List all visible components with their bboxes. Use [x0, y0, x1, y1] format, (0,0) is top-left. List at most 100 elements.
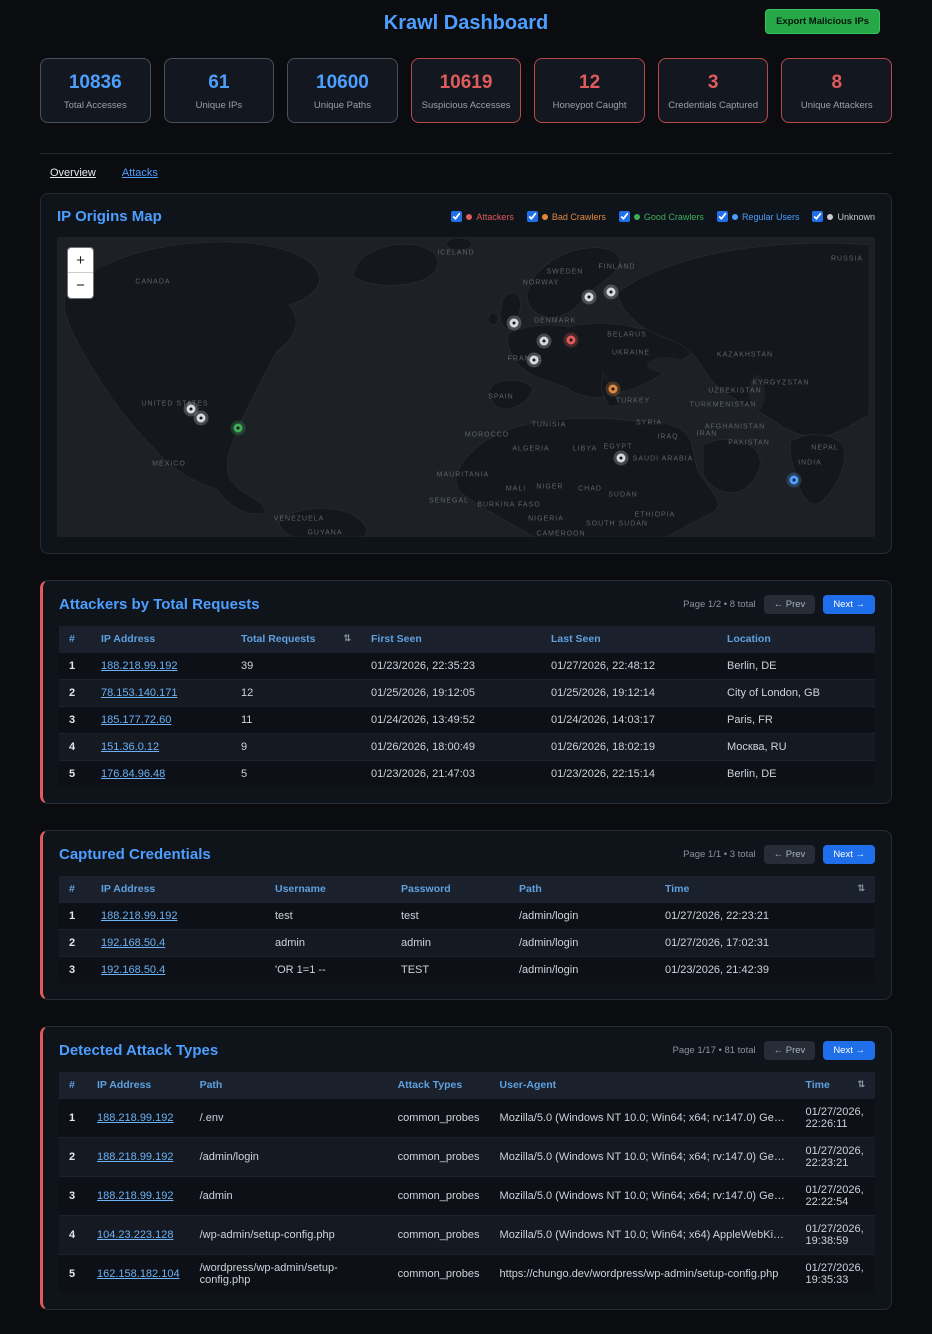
map-marker-unknown[interactable] — [617, 454, 626, 463]
legend-checkbox-attackers[interactable] — [451, 211, 462, 222]
map-marker-unknown[interactable] — [585, 293, 594, 302]
stat-value: 61 — [169, 72, 270, 94]
map-marker-attacker[interactable] — [567, 336, 576, 345]
credentials-table: # IP Address Username Password Path Time… — [59, 876, 875, 983]
next-page-button[interactable]: Next → — [823, 595, 875, 614]
attack-type-cell: common_probes — [388, 1177, 490, 1216]
legend-item-good-crawlers: Good Crawlers — [619, 211, 704, 222]
stat-label: Suspicious Accesses — [416, 100, 517, 111]
table-row: 5 176.84.96.48 5 01/23/2026, 21:47:03 01… — [59, 761, 875, 788]
ip-address-link[interactable]: 192.168.50.4 — [101, 937, 165, 949]
stat-label: Unique IPs — [169, 100, 270, 111]
path-cell: /admin/login — [190, 1138, 388, 1177]
ip-address-link[interactable]: 104.23.223.128 — [97, 1229, 173, 1241]
legend-checkbox-unknown[interactable] — [812, 211, 823, 222]
first-seen-cell: 01/23/2026, 21:47:03 — [361, 761, 541, 788]
ip-address-link[interactable]: 151.36.0.12 — [101, 741, 159, 753]
attack-type-cell: common_probes — [388, 1216, 490, 1255]
export-malicious-ips-button[interactable]: Export Malicious IPs — [765, 9, 880, 34]
column-header-label: Time — [665, 883, 689, 895]
column-header-password[interactable]: Password — [391, 876, 509, 903]
zoom-in-button[interactable]: + — [68, 248, 93, 273]
stat-card-unique-paths: 10600 Unique Paths — [287, 58, 398, 123]
legend-checkbox-regular-users[interactable] — [717, 211, 728, 222]
world-map[interactable]: CANADAUNITED STATESMEXICOICELANDNORWAYSW… — [57, 237, 875, 537]
column-header-path[interactable]: Path — [509, 876, 655, 903]
column-header-ip[interactable]: IP Address — [87, 1072, 190, 1099]
ip-address-link[interactable]: 185.177.72.60 — [101, 714, 171, 726]
map-marker-unknown[interactable] — [540, 337, 549, 346]
table-row: 4 104.23.223.128 /wp-admin/setup-config.… — [59, 1216, 875, 1255]
column-header-time[interactable]: Time⇅ — [796, 1072, 875, 1099]
column-header-ip[interactable]: IP Address — [91, 626, 231, 653]
ip-address-link[interactable]: 192.168.50.4 — [101, 964, 165, 976]
prev-page-button[interactable]: ← Prev — [764, 845, 816, 864]
attack-types-panel: Detected Attack Types Page 1/17 • 81 tot… — [40, 1026, 892, 1310]
column-header-first-seen[interactable]: First Seen — [361, 626, 541, 653]
password-cell: TEST — [391, 957, 509, 984]
attackers-panel-header: Attackers by Total Requests Page 1/2 • 8… — [59, 595, 875, 614]
sort-icon[interactable]: ⇅ — [343, 633, 351, 644]
ip-address-link[interactable]: 176.84.96.48 — [101, 768, 165, 780]
column-header-num[interactable]: # — [59, 876, 91, 903]
legend-checkbox-bad-crawlers[interactable] — [527, 211, 538, 222]
table-row: 2 192.168.50.4 admin admin /admin/login … — [59, 930, 875, 957]
user-agent-cell: Mozilla/5.0 (Windows NT 10.0; Win64; x64… — [490, 1138, 796, 1177]
map-marker-good-crawler[interactable] — [234, 424, 243, 433]
map-marker-regular-user[interactable] — [790, 476, 799, 485]
time-cell: 01/27/2026, 19:35:33 — [796, 1255, 875, 1294]
sort-icon[interactable]: ⇅ — [857, 1079, 865, 1090]
legend-checkbox-good-crawlers[interactable] — [619, 211, 630, 222]
attack-types-table: # IP Address Path Attack Types User-Agen… — [59, 1072, 875, 1293]
zoom-out-button[interactable]: − — [68, 273, 93, 298]
map-marker-unknown[interactable] — [197, 414, 206, 423]
map-marker-unknown[interactable] — [607, 288, 616, 297]
ip-address-link[interactable]: 162.158.182.104 — [97, 1268, 180, 1280]
prev-page-button[interactable]: ← Prev — [764, 1041, 816, 1060]
user-agent-cell: Mozilla/5.0 (Windows NT 10.0; Win64; x64… — [490, 1177, 796, 1216]
map-marker-unknown[interactable] — [187, 405, 196, 414]
path-cell: /wp-admin/setup-config.php — [190, 1216, 388, 1255]
legend-item-bad-crawlers: Bad Crawlers — [527, 211, 606, 222]
column-header-attack-types[interactable]: Attack Types — [388, 1072, 490, 1099]
tab-attacks[interactable]: Attacks — [122, 167, 158, 179]
column-header-last-seen[interactable]: Last Seen — [541, 626, 717, 653]
column-header-location[interactable]: Location — [717, 626, 875, 653]
tab-overview[interactable]: Overview — [50, 167, 96, 179]
map-marker-unknown[interactable] — [530, 356, 539, 365]
map-marker-unknown[interactable] — [510, 319, 519, 328]
stat-card-suspicious-accesses: 10619 Suspicious Accesses — [411, 58, 522, 123]
legend-label: Unknown — [837, 212, 875, 222]
table-row: 5 162.158.182.104 /wordpress/wp-admin/se… — [59, 1255, 875, 1294]
ip-address-link[interactable]: 78.153.140.171 — [101, 687, 177, 699]
legend-item-attackers: Attackers — [451, 211, 514, 222]
next-page-button[interactable]: Next → — [823, 1041, 875, 1060]
ip-address-link[interactable]: 188.218.99.192 — [101, 660, 177, 672]
ip-address-link[interactable]: 188.218.99.192 — [97, 1112, 173, 1124]
location-cell: City of London, GB — [717, 680, 875, 707]
tab-bar: Overview Attacks — [40, 153, 892, 179]
column-header-path[interactable]: Path — [190, 1072, 388, 1099]
stat-label: Honeypot Caught — [539, 100, 640, 111]
sort-icon[interactable]: ⇅ — [857, 883, 865, 894]
column-header-requests[interactable]: Total Requests⇅ — [231, 626, 361, 653]
prev-page-button[interactable]: ← Prev — [764, 595, 816, 614]
column-header-num[interactable]: # — [59, 1072, 87, 1099]
column-header-time[interactable]: Time ⇅ — [655, 876, 875, 903]
time-cell: 01/27/2026, 22:23:21 — [796, 1138, 875, 1177]
ip-address-link[interactable]: 188.218.99.192 — [97, 1151, 173, 1163]
column-header-username[interactable]: Username — [265, 876, 391, 903]
next-page-button[interactable]: Next → — [823, 845, 875, 864]
column-header-num[interactable]: # — [59, 626, 91, 653]
ip-address-link[interactable]: 188.218.99.192 — [97, 1190, 173, 1202]
map-marker-bad-crawler[interactable] — [609, 385, 618, 394]
map-zoom-control: + − — [67, 247, 94, 299]
dashboard-page: Krawl Dashboard Export Malicious IPs 108… — [0, 0, 932, 1334]
column-header-user-agent[interactable]: User-Agent — [490, 1072, 796, 1099]
row-num: 1 — [59, 903, 91, 930]
path-cell: /admin/login — [509, 957, 655, 984]
stat-card-unique-attackers: 8 Unique Attackers — [781, 58, 892, 123]
row-num: 2 — [59, 680, 91, 707]
column-header-ip[interactable]: IP Address — [91, 876, 265, 903]
ip-address-link[interactable]: 188.218.99.192 — [101, 910, 177, 922]
